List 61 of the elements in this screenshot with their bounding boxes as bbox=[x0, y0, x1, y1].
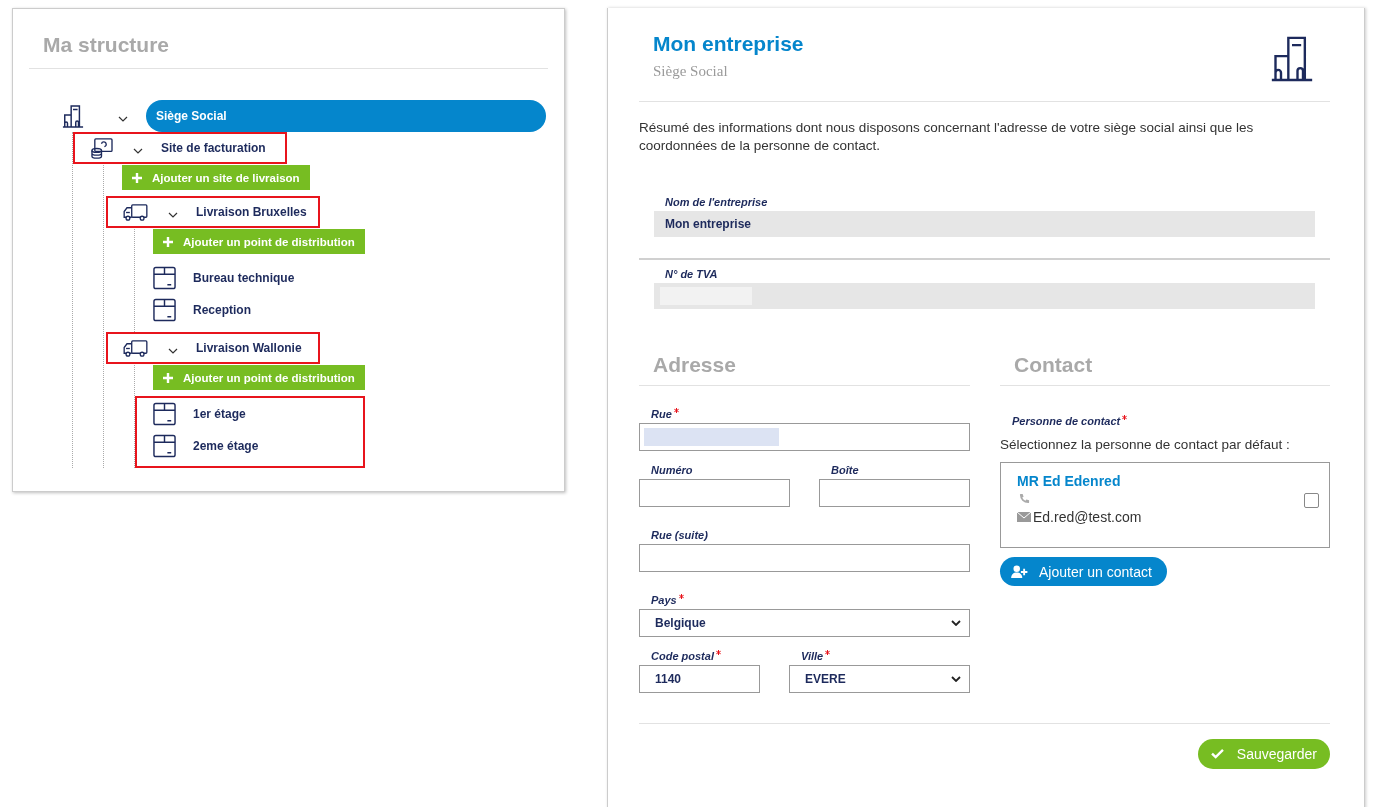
postal-code-input[interactable]: 1140 bbox=[639, 665, 760, 693]
field-label: Boîte bbox=[831, 464, 859, 476]
field-label: Rue bbox=[651, 408, 679, 420]
checkbox[interactable] bbox=[1304, 493, 1319, 508]
phone-icon bbox=[1019, 493, 1030, 504]
plus-icon bbox=[132, 172, 142, 183]
section-heading: Contact bbox=[1013, 353, 1094, 378]
country-select[interactable]: Belgique bbox=[639, 609, 970, 637]
caret-icon bbox=[951, 620, 961, 626]
required-mark bbox=[1122, 415, 1128, 420]
field-label: Code postal bbox=[651, 650, 721, 662]
plus-icon bbox=[163, 236, 173, 247]
field-label: Personne de contact bbox=[1012, 415, 1128, 427]
money-icon bbox=[90, 137, 113, 159]
tree-node[interactable]: Reception bbox=[193, 303, 251, 317]
field-label: Nom de l'entreprise bbox=[664, 195, 768, 210]
plus-icon bbox=[163, 372, 173, 383]
readonly-field: Mon entreprise bbox=[654, 211, 1315, 237]
tree-node[interactable]: 1er étage bbox=[193, 407, 246, 421]
page-subtitle: Siège Social bbox=[653, 63, 729, 80]
intro-text: Résumé des informations dont nous disposons concernant l'adresse de votre siège social ainsi que les coordonnées de la personne de contact. bbox=[639, 119, 1255, 155]
page-title: Mon entreprise bbox=[653, 32, 804, 56]
tree-node[interactable]: Bureau technique bbox=[193, 271, 295, 285]
box-input[interactable] bbox=[819, 479, 970, 507]
field-label: Numéro bbox=[651, 464, 693, 476]
panel-title: Ma structure bbox=[29, 9, 548, 69]
chevron-icon[interactable] bbox=[133, 148, 143, 154]
contact-name: MR Ed Edenred bbox=[1017, 473, 1122, 489]
box-icon bbox=[153, 298, 176, 322]
section-heading: Adresse bbox=[652, 353, 737, 378]
chevron-icon[interactable] bbox=[118, 116, 128, 122]
street-input[interactable] bbox=[639, 544, 970, 572]
chevron-icon[interactable] bbox=[168, 348, 178, 354]
field-label: N° de TVA bbox=[664, 267, 718, 282]
street-input[interactable] bbox=[639, 423, 970, 451]
field-label: Pays bbox=[651, 594, 684, 606]
contact-email: Ed.red@test.com bbox=[1033, 509, 1142, 525]
required-mark bbox=[825, 650, 831, 655]
tree-node[interactable]: Siège Social bbox=[146, 100, 546, 132]
mail-icon bbox=[1017, 512, 1031, 522]
number-input[interactable] bbox=[639, 479, 790, 507]
hint-text: Sélectionnez la personne de contact par défaut : bbox=[1000, 437, 1291, 452]
required-mark bbox=[678, 594, 684, 599]
box-icon bbox=[153, 266, 176, 290]
add-contact-button[interactable]: Ajouter un contact bbox=[1000, 557, 1167, 586]
field-label: Ville bbox=[801, 650, 831, 662]
box-icon bbox=[153, 434, 176, 458]
check-icon bbox=[1210, 749, 1224, 759]
chevron-icon[interactable] bbox=[168, 212, 178, 218]
required-mark bbox=[715, 650, 721, 655]
truck-icon bbox=[123, 339, 148, 357]
truck-icon bbox=[123, 203, 148, 221]
building-icon bbox=[1270, 34, 1314, 82]
add-user-icon bbox=[1011, 565, 1028, 578]
box-icon bbox=[153, 402, 176, 426]
required-mark bbox=[673, 408, 679, 413]
tree-node[interactable]: 2eme étage bbox=[193, 439, 259, 453]
city-select[interactable]: EVERE bbox=[789, 665, 970, 693]
building-icon bbox=[62, 104, 84, 128]
field-label: Rue (suite) bbox=[651, 529, 708, 541]
caret-icon bbox=[951, 676, 961, 682]
